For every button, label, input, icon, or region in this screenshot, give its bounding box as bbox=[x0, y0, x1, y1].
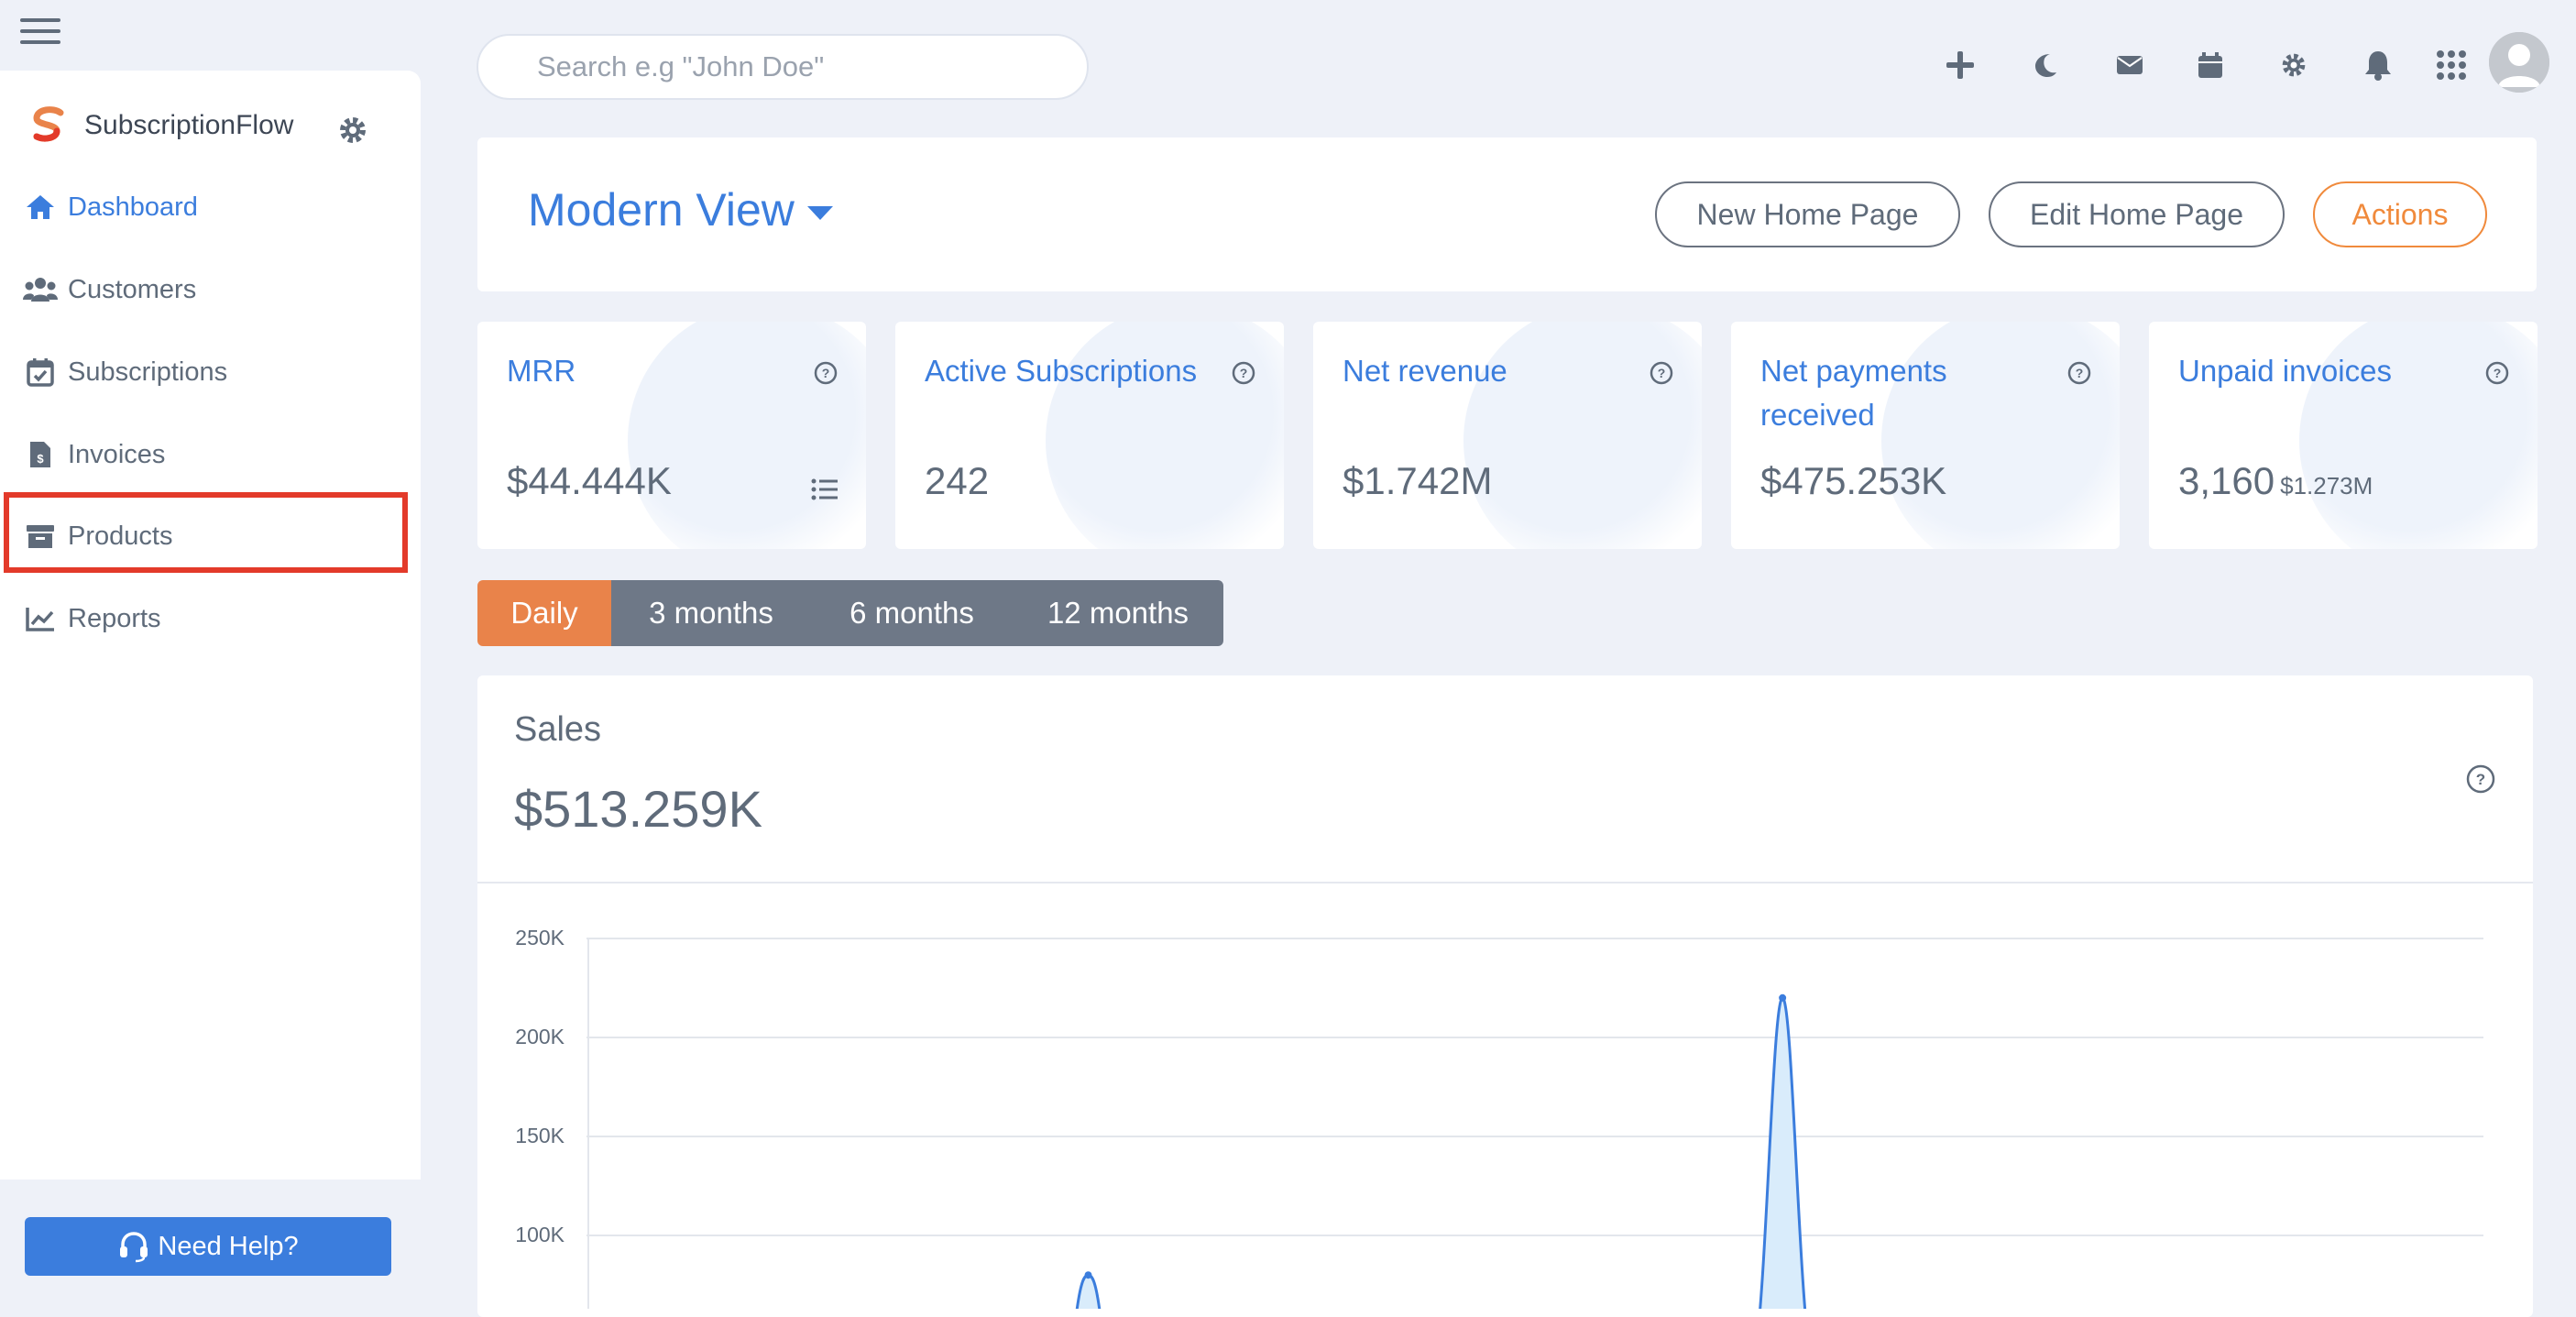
help-circle-icon[interactable]: ? bbox=[2484, 360, 2510, 386]
sidebar-item-subscriptions[interactable]: Subscriptions bbox=[22, 346, 389, 398]
kpi-card-mrr: MRR ? $44.444K bbox=[477, 322, 866, 549]
chart-line-icon bbox=[22, 600, 59, 637]
svg-text:?: ? bbox=[2476, 771, 2485, 788]
home-icon bbox=[22, 189, 59, 225]
sidebar-item-label: Customers bbox=[68, 274, 197, 304]
sidebar-item-reports[interactable]: Reports bbox=[22, 593, 389, 644]
view-title: Modern View bbox=[528, 184, 795, 236]
list-icon[interactable] bbox=[811, 477, 839, 501]
kpi-title: MRR bbox=[507, 354, 576, 388]
help-circle-icon[interactable]: ? bbox=[1231, 360, 1256, 386]
kpi-title: Net payments received bbox=[1760, 354, 1947, 432]
apps-grid-icon[interactable] bbox=[2427, 40, 2476, 90]
chart-y-tick-label: 200K bbox=[515, 1025, 565, 1048]
svg-text:?: ? bbox=[822, 366, 830, 380]
brand[interactable]: SubscriptionFlow bbox=[26, 103, 293, 148]
users-icon bbox=[22, 271, 59, 308]
sidebar-item-invoices[interactable]: $ Invoices bbox=[22, 429, 389, 480]
caret-down-icon bbox=[806, 205, 833, 220]
need-help-label: Need Help? bbox=[158, 1231, 299, 1261]
kpi-card-active-subscriptions: Active Subscriptions ? 242 bbox=[895, 322, 1284, 549]
edit-home-page-button[interactable]: Edit Home Page bbox=[1989, 181, 2285, 247]
need-help-button[interactable]: Need Help? bbox=[25, 1217, 391, 1276]
file-invoice-icon: $ bbox=[22, 436, 59, 473]
sidebar-item-customers[interactable]: Customers bbox=[22, 264, 389, 315]
chart-area-spike bbox=[1759, 996, 1807, 1309]
tab-6-months[interactable]: 6 months bbox=[811, 580, 1013, 646]
svg-text:?: ? bbox=[1658, 366, 1666, 380]
help-circle-icon[interactable]: ? bbox=[1649, 360, 1674, 386]
new-home-page-button[interactable]: New Home Page bbox=[1655, 181, 1960, 247]
kpi-value-group: 3,160 $1.273M bbox=[2178, 459, 2373, 503]
user-avatar[interactable] bbox=[2489, 32, 2549, 93]
sales-label: Sales bbox=[514, 710, 602, 749]
sidebar-item-label: Subscriptions bbox=[68, 357, 228, 387]
sales-value: $513.259K bbox=[514, 780, 762, 838]
bell-icon[interactable] bbox=[2353, 40, 2403, 90]
subscriptionflow-logo-icon bbox=[33, 106, 64, 142]
sidebar-item-label: Invoices bbox=[68, 439, 166, 469]
kpi-card-net-payments-received: Net payments received ? $475.253K bbox=[1731, 322, 2120, 549]
sidebar bbox=[0, 71, 421, 1309]
kpi-value: 242 bbox=[925, 459, 990, 502]
period-tabs: Daily 3 months 6 months 12 months bbox=[477, 580, 1223, 646]
tab-3-months[interactable]: 3 months bbox=[611, 580, 811, 646]
sales-chart bbox=[586, 938, 2483, 1309]
brand-name: SubscriptionFlow bbox=[84, 110, 294, 140]
kpi-value: $44.444K bbox=[507, 459, 672, 502]
plus-icon[interactable] bbox=[1935, 40, 1985, 90]
chart-y-tick-label: 100K bbox=[515, 1223, 565, 1246]
kpi-subvalue: $1.273M bbox=[2280, 472, 2373, 499]
chart-y-tick-label: 150K bbox=[515, 1124, 565, 1147]
svg-text:?: ? bbox=[2076, 366, 2084, 380]
actions-button[interactable]: Actions bbox=[2313, 181, 2487, 247]
kpi-title: Unpaid invoices bbox=[2178, 354, 2392, 388]
svg-text:?: ? bbox=[2494, 366, 2502, 380]
tab-daily[interactable]: Daily bbox=[477, 580, 611, 646]
kpi-title: Net revenue bbox=[1343, 354, 1507, 388]
sales-divider bbox=[477, 882, 2533, 883]
moon-icon[interactable] bbox=[2021, 40, 2070, 90]
kpi-value: 3,160 bbox=[2178, 459, 2275, 502]
kpi-card-net-revenue: Net revenue ? $1.742M bbox=[1313, 322, 1702, 549]
calendar-icon[interactable] bbox=[2186, 40, 2235, 90]
sidebar-item-label: Dashboard bbox=[68, 192, 198, 222]
kpi-title: Active Subscriptions bbox=[925, 354, 1198, 388]
kpi-value: $1.742M bbox=[1343, 459, 1493, 502]
view-selector-dropdown[interactable]: Modern View bbox=[528, 183, 833, 236]
chart-area-spike bbox=[1075, 1273, 1102, 1309]
search-input[interactable] bbox=[477, 34, 1089, 100]
calendar-check-icon bbox=[22, 354, 59, 390]
envelope-icon[interactable] bbox=[2105, 40, 2154, 90]
help-circle-icon[interactable]: ? bbox=[2066, 360, 2092, 386]
tab-12-months[interactable]: 12 months bbox=[1013, 580, 1223, 646]
kpi-card-unpaid-invoices: Unpaid invoices ? 3,160 $1.273M bbox=[2149, 322, 2538, 549]
chart-point[interactable] bbox=[1779, 993, 1787, 1002]
help-circle-icon[interactable]: ? bbox=[2465, 763, 2496, 795]
chart-point[interactable] bbox=[1084, 1271, 1092, 1279]
help-circle-icon[interactable]: ? bbox=[813, 360, 839, 386]
gear-icon[interactable] bbox=[2269, 40, 2318, 90]
hamburger-menu-icon[interactable] bbox=[20, 18, 60, 49]
svg-text:?: ? bbox=[1240, 366, 1248, 380]
dashboard-settings-gear-icon[interactable] bbox=[337, 115, 374, 151]
products-highlight-box bbox=[4, 492, 408, 573]
kpi-value: $475.253K bbox=[1760, 459, 1947, 502]
svg-text:$: $ bbox=[37, 452, 44, 466]
sidebar-item-dashboard[interactable]: Dashboard bbox=[22, 181, 389, 233]
sidebar-item-label: Reports bbox=[68, 603, 161, 633]
chart-y-tick-label: 250K bbox=[515, 926, 565, 949]
headset-icon bbox=[120, 1232, 148, 1263]
